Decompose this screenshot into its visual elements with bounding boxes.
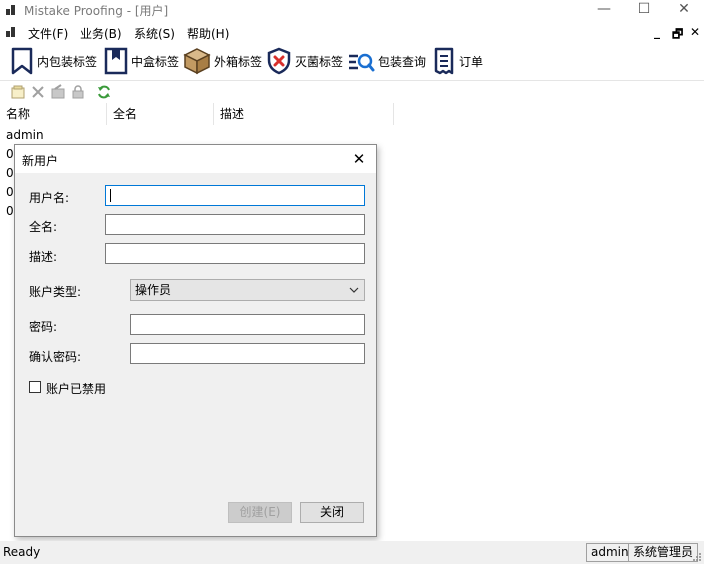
column-header-description[interactable]: 描述 xyxy=(214,103,394,125)
menu-help[interactable]: 帮助(H) xyxy=(187,25,229,42)
inner-label-icon xyxy=(11,47,33,75)
column-header-fullname[interactable]: 全名 xyxy=(107,103,214,125)
mdi-minimize-button[interactable]: _ xyxy=(654,25,660,39)
list-item[interactable]: admin xyxy=(6,126,44,144)
confirm-password-input[interactable] xyxy=(130,343,365,364)
fullname-input[interactable] xyxy=(105,214,365,235)
lock-icon[interactable] xyxy=(70,84,86,100)
close-button[interactable]: 关闭 xyxy=(300,502,364,523)
password-label: 密码: xyxy=(29,320,58,334)
menubar: 文件(F) 业务(B) 系统(S) 帮助(H) _ 🗗 ✕ xyxy=(0,22,704,42)
status-text: Ready xyxy=(3,545,41,559)
list-toolbar xyxy=(0,80,704,102)
list-item[interactable]: 0 xyxy=(6,183,14,201)
outer-box-icon xyxy=(183,48,211,75)
description-input[interactable] xyxy=(105,243,365,264)
maximize-button[interactable]: ☐ xyxy=(624,0,664,20)
list-item[interactable]: 0 xyxy=(6,145,14,163)
window-titlebar: Mistake Proofing - [用户] — ☐ ✕ xyxy=(0,0,704,20)
window-title: Mistake Proofing - [用户] xyxy=(24,4,169,18)
outer-box-label-button[interactable]: 外箱标签 xyxy=(183,46,262,76)
chevron-down-icon xyxy=(349,287,359,293)
sterilization-shield-icon xyxy=(267,47,291,75)
mdi-restore-button[interactable]: 🗗 xyxy=(672,25,683,46)
list-item[interactable]: 0 xyxy=(6,164,14,182)
menu-business[interactable]: 业务(B) xyxy=(80,25,122,42)
confirm-password-label: 确认密码: xyxy=(29,350,82,364)
dialog-close-button[interactable]: ✕ xyxy=(342,145,376,173)
list-header: 名称 全名 描述 xyxy=(0,103,704,125)
properties-icon[interactable] xyxy=(50,84,66,100)
dialog-title: 新用户 xyxy=(22,154,59,168)
resize-grip-icon[interactable] xyxy=(692,552,702,562)
app-icon xyxy=(6,5,15,15)
main-toolbar: 内包装标签 中盒标签 外箱标签 灭菌标签 包装查询 订单 xyxy=(0,44,704,78)
new-icon[interactable] xyxy=(10,84,26,100)
inner-label-label: 内包装标签 xyxy=(37,54,98,69)
package-search-label: 包装查询 xyxy=(378,54,427,69)
username-label: 用户名: xyxy=(29,191,70,205)
middle-box-label-button[interactable]: 中盒标签 xyxy=(104,46,179,76)
delete-icon[interactable] xyxy=(30,84,46,100)
description-label: 描述: xyxy=(29,250,58,264)
account-type-label: 账户类型: xyxy=(29,285,82,299)
inner-label-button[interactable]: 内包装标签 xyxy=(10,46,97,76)
sterilization-label-button[interactable]: 灭菌标签 xyxy=(266,46,343,76)
password-input[interactable] xyxy=(130,314,365,335)
status-user: admin xyxy=(586,543,634,562)
account-type-value: 操作员 xyxy=(135,283,172,297)
menu-system[interactable]: 系统(S) xyxy=(134,25,175,42)
package-search-button[interactable]: 包装查询 xyxy=(347,46,426,76)
outer-box-label-label: 外箱标签 xyxy=(214,54,263,69)
package-search-icon xyxy=(349,53,375,72)
menu-file[interactable]: 文件(F) xyxy=(28,25,68,42)
account-disabled-checkbox[interactable] xyxy=(29,381,41,393)
column-header-name[interactable]: 名称 xyxy=(0,103,107,125)
new-user-dialog: 新用户 ✕ 用户名: 全名: 描述: 账户类型: 操作员 密码: 确认密码: 账… xyxy=(14,144,377,537)
mdi-document-icon xyxy=(6,27,15,37)
username-input[interactable] xyxy=(105,185,365,206)
fullname-label: 全名: xyxy=(29,220,58,234)
order-label: 订单 xyxy=(459,54,484,69)
statusbar: Ready admin 系统管理员 xyxy=(0,541,704,564)
minimize-button[interactable]: — xyxy=(584,0,624,20)
text-caret xyxy=(110,189,111,202)
account-type-select[interactable]: 操作员 xyxy=(130,279,365,301)
sterilization-label-label: 灭菌标签 xyxy=(295,54,344,69)
refresh-icon[interactable] xyxy=(96,84,112,100)
mdi-close-button[interactable]: ✕ xyxy=(690,25,700,39)
create-button[interactable]: 创建(E) xyxy=(228,502,292,523)
account-disabled-label[interactable]: 账户已禁用 xyxy=(46,380,106,397)
order-doc-icon xyxy=(434,47,454,75)
list-item[interactable]: 0 xyxy=(6,202,14,220)
middle-box-icon xyxy=(104,47,128,75)
dialog-titlebar: 新用户 ✕ xyxy=(15,145,376,173)
window-close-button[interactable]: ✕ xyxy=(664,0,704,20)
status-role: 系统管理员 xyxy=(628,543,699,562)
order-button[interactable]: 订单 xyxy=(432,46,483,76)
middle-box-label-label: 中盒标签 xyxy=(131,54,180,69)
